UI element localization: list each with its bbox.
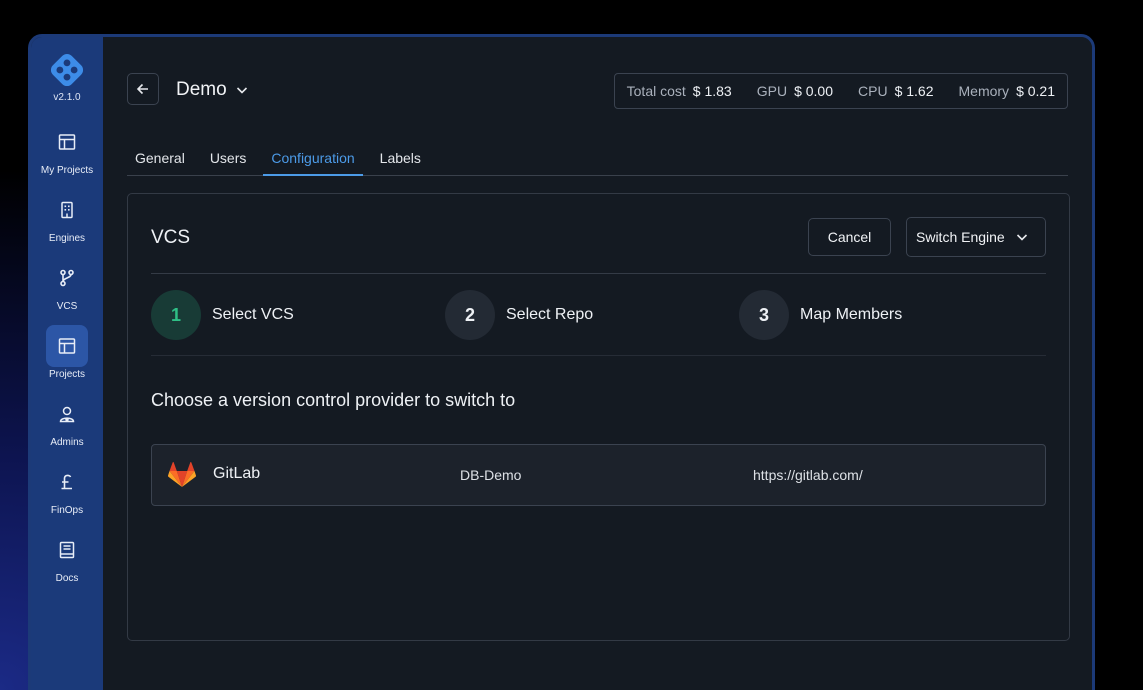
divider	[151, 355, 1046, 356]
cost-label: Memory	[958, 83, 1010, 99]
step-number: 1	[151, 290, 201, 340]
sidebar-item-finops[interactable]: FinOps	[31, 461, 103, 529]
gitlab-icon	[168, 462, 196, 487]
step-select-repo: 2 Select Repo	[445, 290, 593, 340]
sidebar: v2.1.0 My Projects Engines VCS Projects	[31, 37, 103, 690]
layout-icon	[46, 325, 88, 367]
provider-url: https://gitlab.com/	[753, 467, 863, 483]
step-number: 2	[445, 290, 495, 340]
project-tabs: General Users Configuration Labels	[127, 138, 1068, 176]
cost-summary: Total cost $ 1.83 GPU $ 0.00 CPU $ 1.62 …	[613, 73, 1068, 109]
step-label: Map Members	[800, 306, 903, 323]
switch-engine-label: Switch Engine	[916, 229, 1005, 245]
project-name: Demo	[176, 79, 227, 100]
provider-row-gitlab[interactable]: GitLab DB-Demo https://gitlab.com/	[151, 444, 1046, 506]
tab-labels[interactable]: Labels	[372, 138, 429, 176]
app-window: v2.1.0 My Projects Engines VCS Projects	[28, 34, 1095, 690]
cost-value: $ 1.62	[894, 83, 934, 99]
step-select-vcs: 1 Select VCS	[151, 290, 294, 340]
back-button[interactable]	[127, 73, 159, 105]
sidebar-item-projects[interactable]: Projects	[31, 325, 103, 393]
cost-value: $ 0.00	[794, 83, 833, 99]
divider	[151, 273, 1046, 274]
step-number: 3	[739, 290, 789, 340]
sidebar-item-label: Admins	[50, 437, 84, 448]
step-label: Select VCS	[212, 306, 294, 323]
provider-prompt: Choose a version control provider to swi…	[151, 390, 516, 410]
step-map-members: 3 Map Members	[739, 290, 902, 340]
main-content: Demo Total cost $ 1.83 GPU $ 0.00 CPU $ …	[103, 37, 1092, 690]
cost-label: CPU	[858, 83, 888, 99]
sidebar-item-label: My Projects	[40, 165, 94, 176]
admin-user-icon	[46, 393, 88, 435]
cost-memory: Memory $ 0.21	[959, 83, 1056, 99]
provider-name: GitLab	[213, 465, 261, 482]
project-selector[interactable]: Demo	[176, 79, 249, 101]
project-header: Demo Total cost $ 1.83 GPU $ 0.00 CPU $ …	[127, 73, 1068, 109]
cost-label: Total cost	[626, 83, 686, 99]
sidebar-item-engines[interactable]: Engines	[31, 189, 103, 257]
tab-users[interactable]: Users	[202, 138, 255, 176]
cancel-button[interactable]: Cancel	[808, 218, 891, 256]
sidebar-item-label: Docs	[55, 573, 79, 584]
sidebar-item-label: Projects	[48, 369, 86, 380]
arrow-left-icon	[136, 83, 148, 95]
sidebar-item-vcs[interactable]: VCS	[31, 257, 103, 325]
tab-general[interactable]: General	[127, 138, 193, 176]
building-icon	[46, 189, 88, 231]
sidebar-item-my-projects[interactable]: My Projects	[31, 121, 103, 189]
cost-total: Total cost $ 1.83	[627, 83, 732, 99]
pound-icon	[46, 461, 88, 503]
card-title: VCS	[151, 227, 191, 248]
sidebar-item-admins[interactable]: Admins	[31, 393, 103, 461]
book-icon	[46, 529, 88, 571]
step-label: Select Repo	[506, 306, 594, 323]
git-branch-icon	[46, 257, 88, 299]
chevron-down-icon	[236, 87, 247, 94]
sidebar-item-label: FinOps	[50, 505, 84, 516]
cost-value: $ 1.83	[692, 83, 732, 99]
tab-configuration[interactable]: Configuration	[263, 138, 363, 176]
vcs-card: VCS Cancel Switch Engine 1 Select VCS 2 …	[127, 193, 1070, 641]
sidebar-item-label: Engines	[48, 233, 86, 244]
app-version: v2.1.0	[53, 92, 81, 103]
cost-gpu: GPU $ 0.00	[757, 83, 833, 99]
layout-icon	[46, 121, 88, 163]
cost-label: GPU	[756, 83, 788, 99]
chevron-down-icon	[1016, 234, 1027, 241]
app-logo[interactable]	[48, 51, 86, 89]
cost-value: $ 0.21	[1016, 83, 1055, 99]
cost-cpu: CPU $ 1.62	[858, 83, 934, 99]
sidebar-item-label: VCS	[56, 301, 78, 312]
switch-engine-button[interactable]: Switch Engine	[906, 217, 1046, 257]
provider-repo: DB-Demo	[460, 467, 522, 483]
sidebar-item-docs[interactable]: Docs	[31, 529, 103, 597]
